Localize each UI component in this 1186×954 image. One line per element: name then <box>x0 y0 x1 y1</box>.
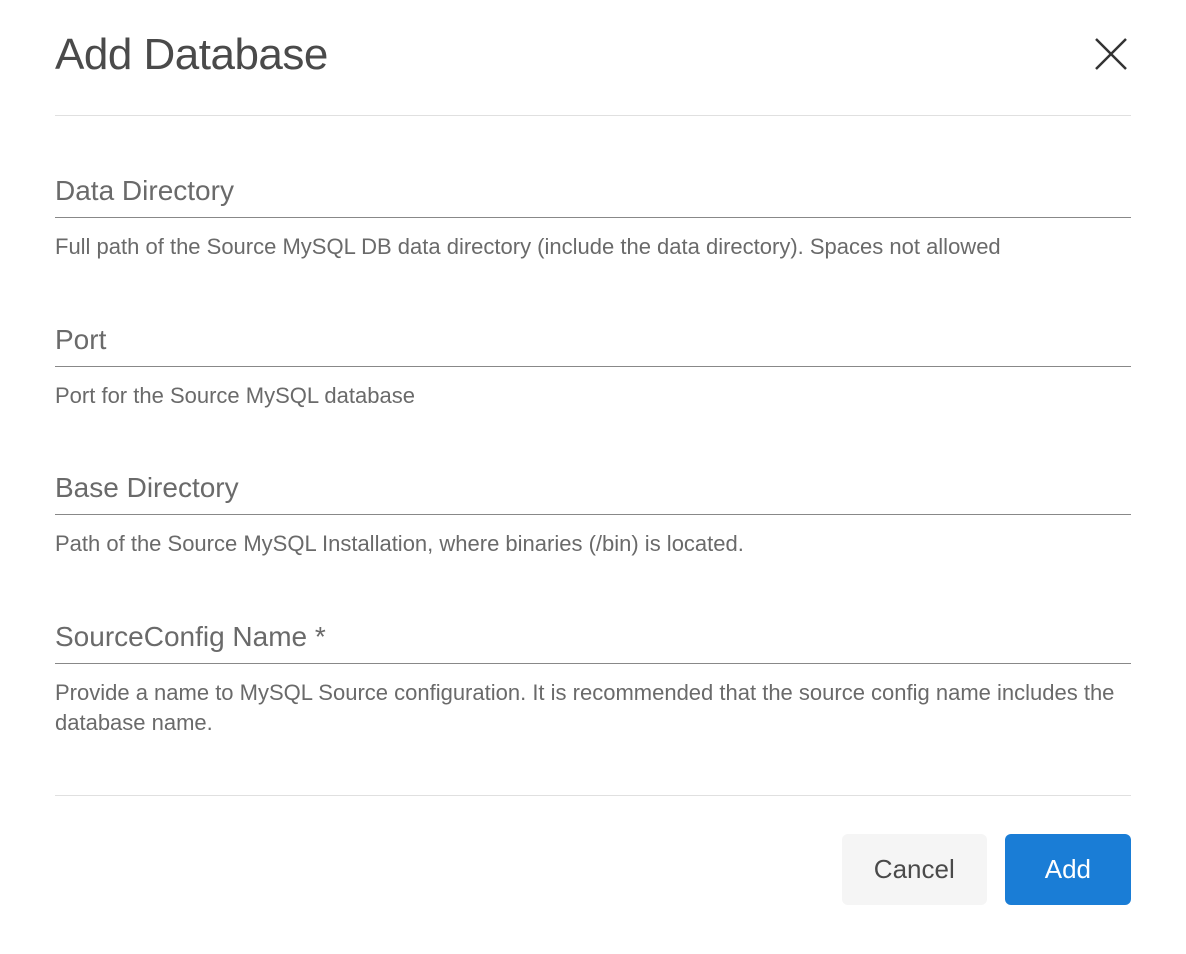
data-directory-help: Full path of the Source MySQL DB data di… <box>55 232 1131 262</box>
field-base-directory: Path of the Source MySQL Installation, w… <box>55 468 1131 559</box>
port-help: Port for the Source MySQL database <box>55 381 1131 411</box>
field-data-directory: Full path of the Source MySQL DB data di… <box>55 171 1131 262</box>
form-body: Full path of the Source MySQL DB data di… <box>55 116 1131 737</box>
close-button[interactable] <box>1083 26 1139 85</box>
add-button[interactable]: Add <box>1005 834 1131 905</box>
source-config-name-help: Provide a name to MySQL Source configura… <box>55 678 1131 737</box>
port-input[interactable] <box>55 320 1131 367</box>
base-directory-help: Path of the Source MySQL Installation, w… <box>55 529 1131 559</box>
data-directory-input[interactable] <box>55 171 1131 218</box>
cancel-button[interactable]: Cancel <box>842 834 987 905</box>
modal-title: Add Database <box>55 30 328 80</box>
field-port: Port for the Source MySQL database <box>55 320 1131 411</box>
close-icon <box>1091 34 1131 74</box>
base-directory-input[interactable] <box>55 468 1131 515</box>
field-source-config-name: Provide a name to MySQL Source configura… <box>55 617 1131 737</box>
modal-footer: Cancel Add <box>55 795 1131 905</box>
source-config-name-input[interactable] <box>55 617 1131 664</box>
modal-header: Add Database <box>55 30 1131 116</box>
